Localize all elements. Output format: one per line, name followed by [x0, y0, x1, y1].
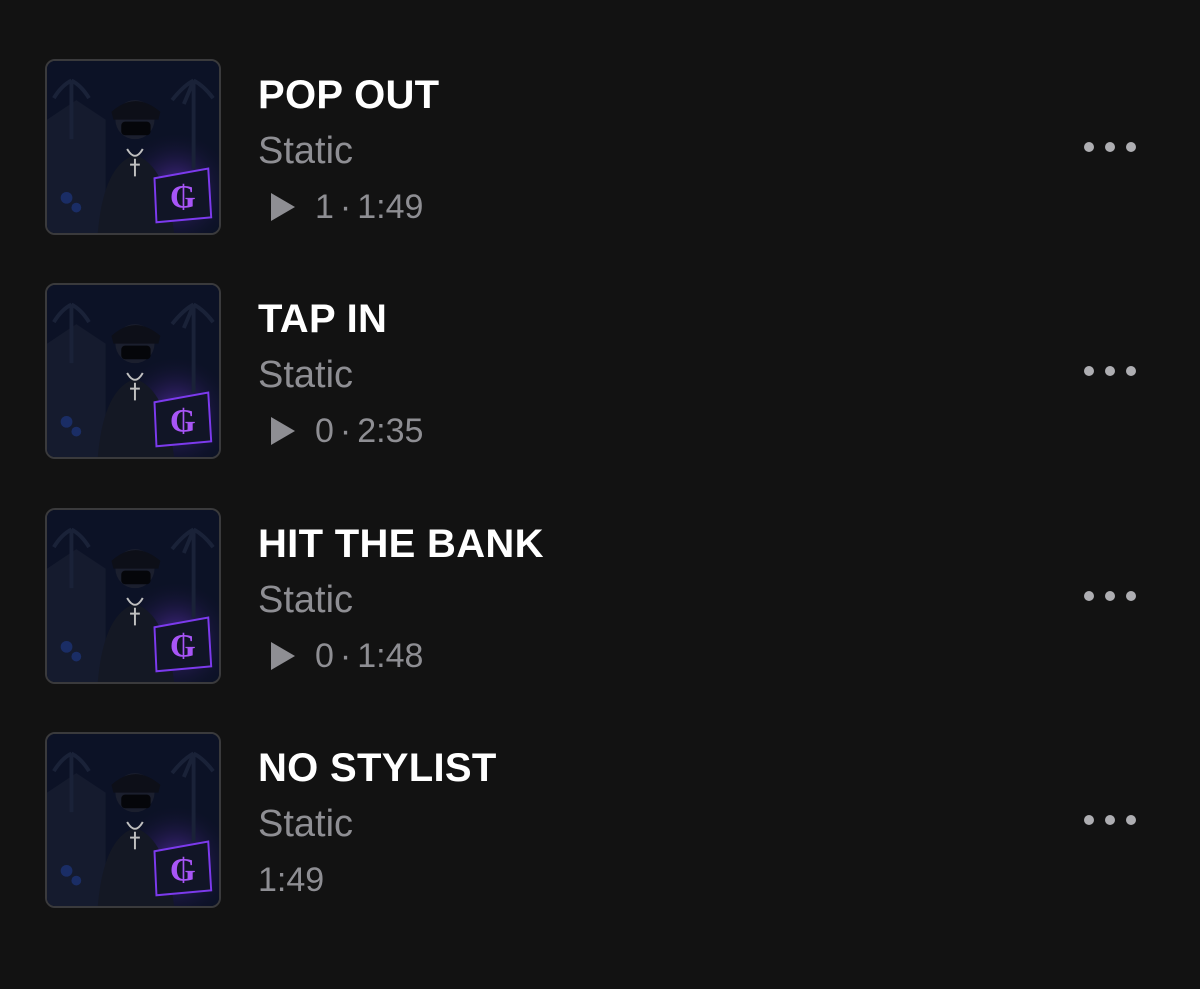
artwork-image: ₲ — [47, 61, 219, 233]
play-icon — [271, 417, 295, 445]
track-title[interactable]: POP OUT — [258, 73, 439, 118]
more-options-icon-dot — [1126, 591, 1136, 601]
more-options-button[interactable] — [1084, 580, 1136, 612]
track-artwork: ₲ — [45, 59, 221, 235]
play-icon — [271, 193, 295, 221]
artwork-image: ₲ — [47, 510, 219, 682]
track-meta: 1:49 — [258, 860, 324, 900]
track-artist[interactable]: Static — [258, 354, 353, 397]
track-row[interactable]: ₲ NO STYLIST Static 1:49 — [0, 732, 1200, 912]
track-title[interactable]: TAP IN — [258, 297, 387, 342]
more-options-button[interactable] — [1084, 131, 1136, 163]
more-options-button[interactable] — [1084, 355, 1136, 387]
track-row[interactable]: ₲ TAP IN Static 0 · 2:35 — [0, 283, 1200, 463]
track-list: ₲ POP OUT Static 1 · 1:49 ₲ TAP IN Stati… — [0, 0, 1200, 989]
artwork-image: ₲ — [47, 734, 219, 906]
track-artwork: ₲ — [45, 283, 221, 459]
track-title[interactable]: NO STYLIST — [258, 746, 497, 791]
track-duration: 2:35 — [357, 411, 424, 450]
track-duration: 1:49 — [258, 860, 325, 899]
play-count: 0 — [315, 636, 334, 675]
meta-separator: · — [339, 187, 352, 226]
artwork-logo-glyph: ₲ — [170, 177, 196, 216]
track-row[interactable]: ₲ POP OUT Static 1 · 1:49 — [0, 59, 1200, 239]
more-options-icon-dot — [1105, 142, 1115, 152]
track-meta: 1 · 1:49 — [258, 187, 423, 227]
play-count: 1 — [315, 187, 334, 226]
track-title[interactable]: HIT THE BANK — [258, 522, 544, 567]
artwork-image: ₲ — [47, 285, 219, 457]
artwork-logo-glyph: ₲ — [170, 401, 196, 440]
more-options-icon-dot — [1084, 142, 1094, 152]
play-icon — [271, 642, 295, 670]
more-options-icon-dot — [1084, 591, 1094, 601]
track-duration: 1:48 — [357, 636, 424, 675]
artwork-logo-glyph: ₲ — [170, 850, 196, 889]
more-options-icon-dot — [1105, 366, 1115, 376]
track-meta: 0 · 2:35 — [258, 411, 423, 451]
artwork-logo-glyph: ₲ — [170, 626, 196, 665]
more-options-icon-dot — [1084, 815, 1094, 825]
track-artist[interactable]: Static — [258, 803, 353, 846]
more-options-button[interactable] — [1084, 804, 1136, 836]
track-artist[interactable]: Static — [258, 130, 353, 173]
more-options-icon-dot — [1084, 366, 1094, 376]
more-options-icon-dot — [1126, 366, 1136, 376]
track-artwork: ₲ — [45, 732, 221, 908]
track-meta: 0 · 1:48 — [258, 636, 423, 676]
track-artwork: ₲ — [45, 508, 221, 684]
more-options-icon-dot — [1105, 591, 1115, 601]
track-row[interactable]: ₲ HIT THE BANK Static 0 · 1:48 — [0, 508, 1200, 688]
more-options-icon-dot — [1105, 815, 1115, 825]
meta-separator: · — [339, 411, 352, 450]
track-duration: 1:49 — [357, 187, 424, 226]
play-count: 0 — [315, 411, 334, 450]
more-options-icon-dot — [1126, 142, 1136, 152]
meta-separator: · — [339, 636, 352, 675]
more-options-icon-dot — [1126, 815, 1136, 825]
track-artist[interactable]: Static — [258, 579, 353, 622]
